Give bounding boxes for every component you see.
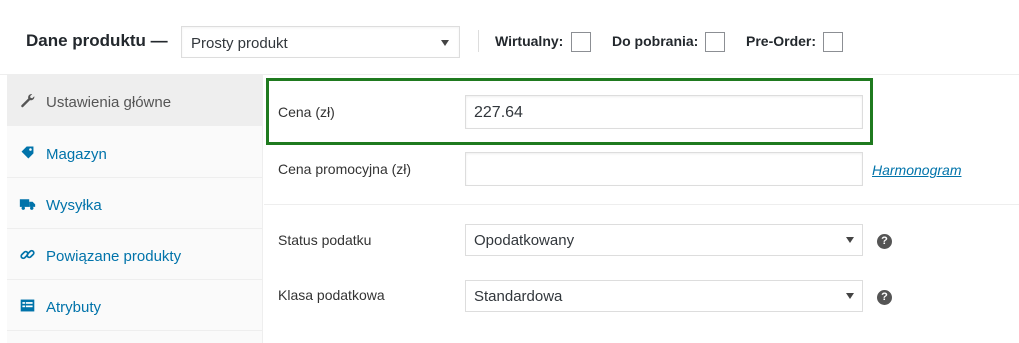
tab-general[interactable]: Ustawienia główne [7,75,262,126]
downloadable-label: Do pobrania: [612,33,699,49]
sale-price-label: Cena promocyjna (zł) [278,161,412,177]
help-icon[interactable]: ? [877,290,892,305]
schedule-link[interactable]: Harmonogram [872,162,961,178]
tax-status-value: Opodatkowany [474,232,575,249]
chevron-down-icon [846,293,854,299]
product-type-select[interactable]: Prosty produkt [181,26,460,58]
downloadable-checkbox[interactable] [705,32,725,52]
price-highlight-box [266,78,873,145]
tab-inventory[interactable]: Magazyn [7,127,262,178]
tab-attributes-label: Atrybuty [46,299,102,316]
tax-status-label: Status podatku [278,232,372,248]
chevron-down-icon [441,40,449,46]
truck-icon [19,199,36,210]
preorder-checkbox[interactable] [823,32,843,52]
list-icon [20,299,35,312]
section-divider [264,204,1019,205]
tab-shipping-label: Wysyłka [46,197,102,214]
tax-class-label: Klasa podatkowa [278,287,385,303]
tax-class-select[interactable]: Standardowa [465,280,863,312]
tab-inventory-label: Magazyn [46,146,107,163]
product-type-value: Prosty produkt [191,35,288,52]
tab-linked-products[interactable]: Powiązane produkty [7,229,262,280]
product-data-tabs: Ustawienia główne Magazyn Wysyłka Powiąz… [7,75,263,343]
tab-shipping[interactable]: Wysyłka [7,178,262,229]
virtual-label: Wirtualny: [495,33,564,49]
wrench-icon [21,94,35,108]
sale-price-input[interactable] [465,152,863,186]
tax-class-value: Standardowa [474,288,563,305]
tab-general-label: Ustawienia główne [46,94,172,111]
tax-status-select[interactable]: Opodatkowany [465,224,863,256]
product-data-header: Dane produktu — Prosty produkt Wirtualny… [0,0,1019,75]
preorder-label: Pre-Order: [746,33,817,49]
header-divider [478,30,479,52]
product-data-title: Dane produktu — [26,31,168,50]
tag-icon [21,146,34,159]
chevron-down-icon [846,237,854,243]
help-icon[interactable]: ? [877,234,892,249]
link-icon [20,249,35,260]
tab-linked-products-label: Powiązane produkty [46,248,182,265]
virtual-checkbox[interactable] [571,32,591,52]
tab-attributes[interactable]: Atrybuty [7,280,262,331]
